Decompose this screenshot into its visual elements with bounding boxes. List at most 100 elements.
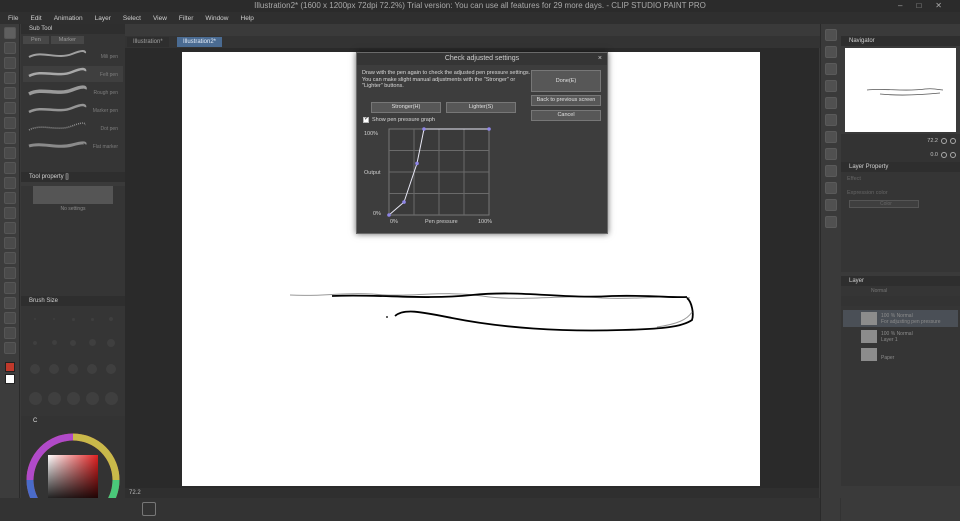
material-icon[interactable] [824, 165, 837, 177]
tab-illustration2[interactable]: Illustration2* [177, 37, 223, 47]
menu-file[interactable]: File [8, 15, 18, 22]
expression-color-select[interactable]: Color [849, 200, 919, 208]
material-icon[interactable] [824, 80, 837, 92]
brush-size-preset[interactable] [109, 317, 113, 322]
cancel-button[interactable]: Cancel [531, 110, 601, 121]
material-icon[interactable] [824, 199, 837, 211]
layer-row[interactable]: Paper [843, 346, 958, 363]
gradient-tool-icon[interactable] [3, 252, 16, 264]
zoom-readout[interactable]: 72.2 [129, 490, 141, 496]
subtool-tab-pen[interactable]: Pen [23, 36, 49, 44]
auto-select-tool-icon[interactable] [3, 117, 16, 129]
brush-size-preset[interactable] [49, 364, 59, 375]
material-icon[interactable] [824, 46, 837, 58]
brush-size-preset[interactable] [66, 391, 80, 405]
back-to-previous-screen-button[interactable]: Back to previous screen [531, 95, 601, 106]
subtool-tab-marker[interactable]: Marker [50, 36, 84, 44]
menu-edit[interactable]: Edit [30, 15, 41, 22]
operation-tool-icon[interactable] [3, 72, 16, 84]
subtool-item[interactable]: Marker pen [23, 102, 123, 118]
material-icon[interactable] [824, 97, 837, 109]
material-icon[interactable] [824, 114, 837, 126]
menu-layer[interactable]: Layer [95, 15, 111, 22]
brush-size-preset[interactable] [85, 391, 99, 405]
material-icon[interactable] [824, 182, 837, 194]
menu-select[interactable]: Select [123, 15, 141, 22]
eraser-tool-icon[interactable] [3, 207, 16, 219]
pressure-point[interactable] [387, 213, 391, 217]
zoom-tool-icon[interactable] [3, 42, 16, 54]
decoration-tool-icon[interactable] [3, 192, 16, 204]
sub-color-swatch[interactable] [4, 374, 15, 384]
navigator-rotation[interactable]: 0.0 [930, 152, 938, 158]
rotate-right-icon[interactable] [950, 152, 956, 158]
zoom-in-icon[interactable] [950, 138, 956, 144]
menu-filter[interactable]: Filter [179, 15, 193, 22]
pen-tool-icon[interactable] [3, 27, 16, 39]
brush-size-preset[interactable] [106, 364, 116, 375]
ruler-tool-icon[interactable] [3, 297, 16, 309]
layer-row[interactable]: 100 % Normal Layer 1 [843, 328, 958, 345]
brush-size-preset[interactable] [90, 317, 94, 321]
done-button[interactable]: Done(E) [531, 70, 601, 92]
brush-size-preset[interactable] [53, 318, 55, 321]
brush-size-preset[interactable] [104, 391, 118, 405]
subtool-item[interactable]: Rough pen [23, 84, 123, 100]
pressure-point[interactable] [415, 161, 419, 166]
pressure-point[interactable] [402, 200, 406, 204]
move-tool-icon[interactable] [3, 57, 16, 69]
brush-size-preset[interactable] [33, 340, 37, 345]
checkbox-checked-icon[interactable] [363, 115, 369, 123]
stronger-button[interactable]: Stronger(H) [371, 102, 441, 113]
balloon-tool-icon[interactable] [3, 327, 16, 339]
subtool-item[interactable]: Felt pen [23, 66, 123, 82]
brush-size-preset[interactable] [34, 318, 36, 321]
pressure-point[interactable] [422, 127, 426, 131]
menu-help[interactable]: Help [241, 15, 254, 22]
navigator-preview[interactable] [845, 48, 956, 132]
lighter-button[interactable]: Lighter(S) [446, 102, 516, 113]
blend-tool-icon[interactable] [3, 222, 16, 234]
menu-view[interactable]: View [153, 15, 167, 22]
material-icon[interactable] [824, 29, 837, 41]
subtool-item[interactable]: Dot pen [23, 120, 123, 136]
rotate-left-icon[interactable] [941, 152, 947, 158]
show-pressure-graph-checkbox[interactable]: Show pen pressure graph [363, 115, 435, 123]
brush-size-preset[interactable] [51, 340, 57, 346]
main-color-swatch[interactable] [4, 362, 15, 372]
brush-size-preset[interactable] [88, 339, 96, 347]
brush-size-preset[interactable] [107, 338, 115, 347]
material-icon[interactable] [824, 63, 837, 75]
material-icon[interactable] [824, 131, 837, 143]
material-icon[interactable] [824, 148, 837, 160]
pencil-tool-icon[interactable] [3, 147, 16, 159]
frame-tool-icon[interactable] [3, 282, 16, 294]
move-layer-tool-icon[interactable] [3, 87, 16, 99]
window-controls[interactable]: –□✕ [898, 1, 956, 10]
airbrush-tool-icon[interactable] [3, 177, 16, 189]
subtool-item[interactable]: Mili pen [23, 48, 123, 64]
text-tool-icon[interactable] [3, 312, 16, 324]
pen-pressure-graph[interactable]: 100% Output 0% 0% Pen pressure 100% [363, 127, 493, 231]
menu-animation[interactable]: Animation [54, 15, 83, 22]
subtool-item[interactable]: Flat marker [23, 138, 123, 154]
figure-tool-icon[interactable] [3, 267, 16, 279]
brush-size-preset[interactable] [28, 391, 42, 405]
material-icon[interactable] [824, 216, 837, 228]
eyedropper-tool-icon[interactable] [3, 132, 16, 144]
brush-size-preset[interactable] [30, 364, 40, 375]
close-icon[interactable]: × [598, 53, 602, 65]
menu-window[interactable]: Window [205, 15, 228, 22]
navigator-zoom[interactable]: 72.2 [927, 138, 938, 144]
layer-row[interactable]: 100 % Normal For adjusting pen pressure [843, 310, 958, 327]
correct-line-tool-icon[interactable] [3, 342, 16, 354]
brush-size-preset[interactable] [87, 364, 97, 375]
selection-tool-icon[interactable] [3, 102, 16, 114]
zoom-out-icon[interactable] [941, 138, 947, 144]
brush-size-preset[interactable] [71, 317, 75, 321]
fill-tool-icon[interactable] [3, 237, 16, 249]
brush-size-preset[interactable] [70, 339, 76, 346]
tab-illustration[interactable]: Illustration* [127, 37, 169, 47]
pressure-point[interactable] [487, 127, 491, 131]
brush-size-preset[interactable] [47, 391, 61, 405]
